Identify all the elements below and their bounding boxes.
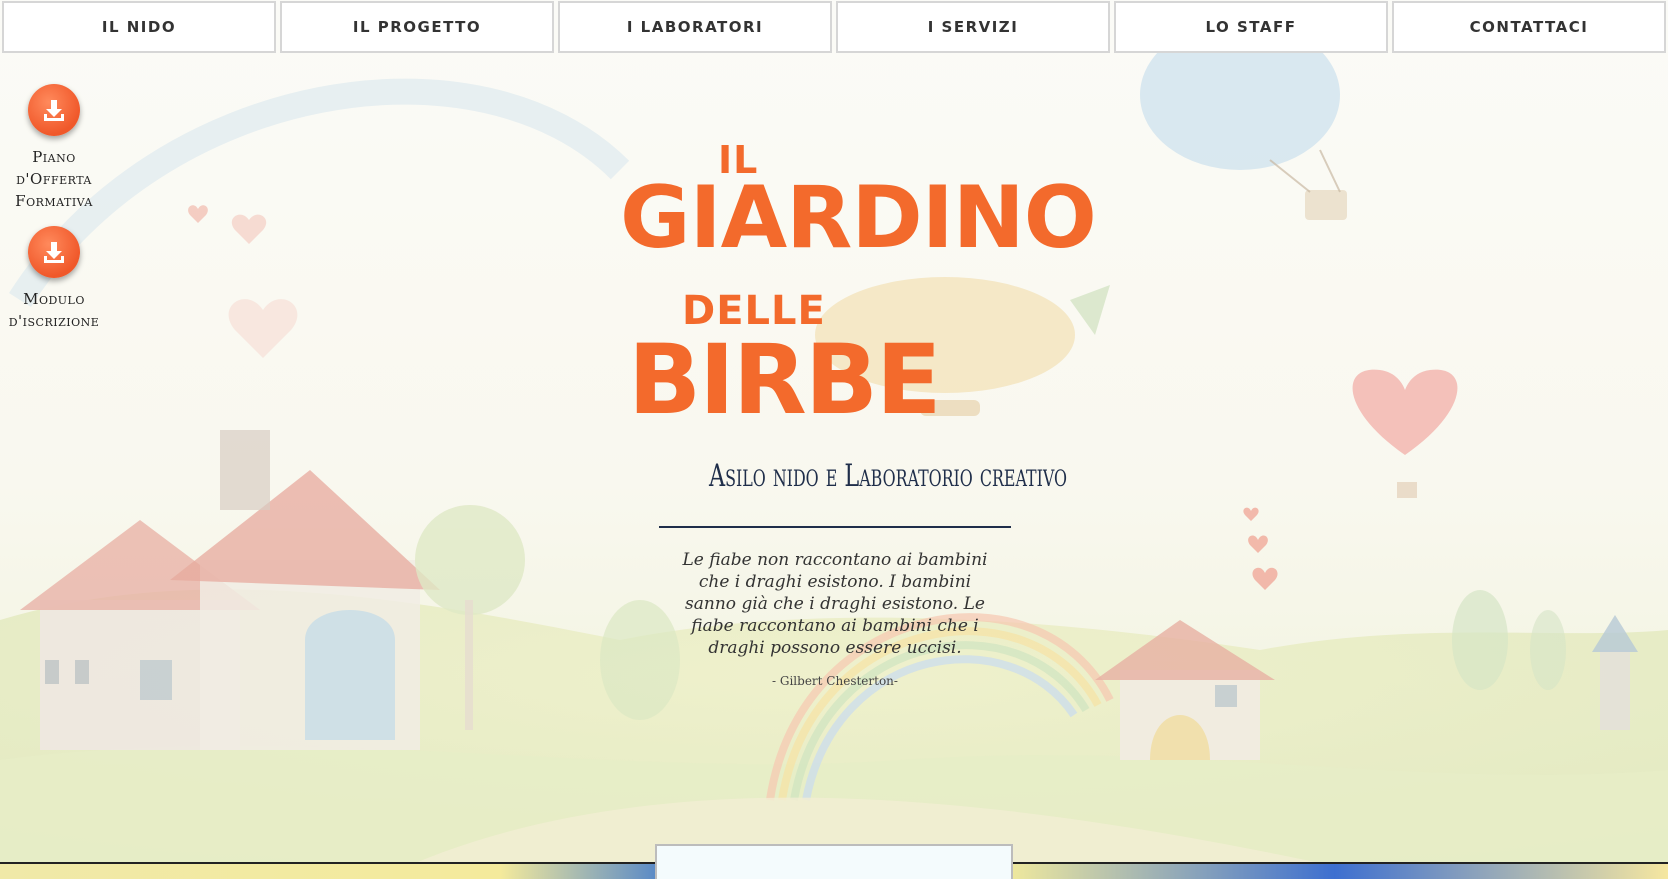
- nav-item-contattaci[interactable]: CONTATTACI: [1392, 1, 1666, 53]
- title-line-birbe: BIRBE: [628, 324, 942, 436]
- bottom-panel-tab[interactable]: [655, 844, 1013, 879]
- title-line-giardino: GIARDINO: [620, 168, 1097, 268]
- download-button[interactable]: [28, 226, 80, 278]
- nav-item-il-progetto[interactable]: IL PROGETTO: [280, 1, 554, 53]
- download-button[interactable]: [28, 84, 80, 136]
- main-nav: IL NIDO IL PROGETTO I LABORATORI I SERVI…: [0, 0, 1668, 54]
- nav-item-i-servizi[interactable]: I SERVIZI: [836, 1, 1110, 53]
- download-label: Piano d'Offerta Formativa: [15, 148, 93, 210]
- hero-quote: Le fiabe non raccontano ai bambini che i…: [682, 550, 988, 658]
- nav-item-lo-staff[interactable]: LO STAFF: [1114, 1, 1388, 53]
- download-label: Modulo d'iscrizione: [8, 290, 100, 330]
- download-icon: [44, 100, 64, 121]
- nav-item-i-laboratori[interactable]: I LABORATORI: [558, 1, 832, 53]
- download-piano-offerta-formativa[interactable]: Piano d'Offerta Formativa: [0, 84, 108, 212]
- background-illustration: [0, 0, 1668, 879]
- nav-item-il-nido[interactable]: IL NIDO: [2, 1, 276, 53]
- side-downloads: Piano d'Offerta Formativa Modulo d'iscri…: [0, 84, 108, 346]
- hero-subtitle: Asilo nido e Laboratorio creativo: [709, 458, 1068, 494]
- download-modulo-iscrizione[interactable]: Modulo d'iscrizione: [0, 226, 108, 332]
- download-icon: [44, 242, 64, 263]
- divider: [659, 526, 1011, 528]
- quote-author: - Gilbert Chesterton-: [772, 674, 898, 688]
